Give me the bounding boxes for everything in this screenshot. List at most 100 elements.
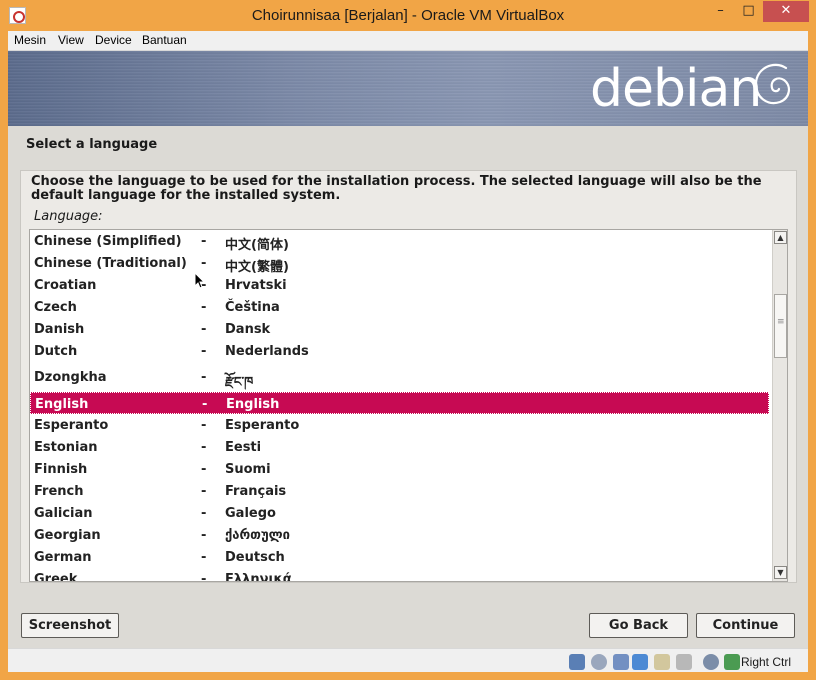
menu-mesin[interactable]: Mesin: [14, 33, 46, 47]
native-language-name: Suomi: [225, 462, 271, 477]
separator-dash: -: [201, 418, 207, 433]
native-language-name: Deutsch: [225, 550, 285, 565]
vm-display[interactable]: debian Select a language Choose the lang…: [8, 51, 808, 648]
continue-button[interactable]: Continue: [696, 613, 795, 638]
list-item[interactable]: Czech - Čeština: [30, 296, 769, 318]
separator-dash: -: [201, 484, 207, 499]
native-language-name: Ελληνικά: [225, 572, 292, 582]
separator-dash: -: [202, 397, 208, 412]
separator-dash: -: [201, 440, 207, 455]
mouse-cursor-icon: [194, 272, 206, 289]
list-item[interactable]: Dutch - Nederlands: [30, 340, 769, 362]
language-panel: Choose the language to be used for the i…: [20, 170, 797, 583]
language-label: Language:: [34, 209, 103, 224]
scroll-thumb[interactable]: [774, 294, 787, 358]
native-language-name: Nederlands: [225, 344, 309, 359]
mouse-integration-icon[interactable]: [724, 654, 740, 670]
separator-dash: -: [201, 300, 207, 315]
hard-disk-icon[interactable]: [569, 654, 585, 670]
network-icon[interactable]: [632, 654, 648, 670]
list-item[interactable]: Esperanto - Esperanto: [30, 414, 769, 436]
separator-dash: -: [201, 462, 207, 477]
language-name: Georgian: [34, 528, 101, 543]
shared-folder-icon[interactable]: [654, 654, 670, 670]
language-name: Estonian: [34, 440, 98, 455]
language-list[interactable]: Chinese (Simplified) - 中文(简体) Chinese (Trad…: [29, 229, 788, 582]
language-name: Greek: [34, 572, 78, 582]
scroll-up-button[interactable]: ▲: [774, 231, 787, 244]
separator-dash: -: [201, 322, 207, 337]
native-language-name: ქართული: [225, 528, 290, 543]
native-language-name: Eesti: [225, 440, 262, 455]
debian-banner: debian: [8, 51, 808, 126]
separator-dash: -: [201, 506, 207, 521]
maximize-icon: □: [742, 3, 755, 18]
host-key-label: Right Ctrl: [741, 655, 792, 669]
minimize-icon: –: [717, 3, 724, 18]
instructions-text: Choose the language to be used for the i…: [31, 174, 762, 203]
separator-dash: -: [201, 528, 207, 543]
menu-view[interactable]: View: [58, 33, 84, 47]
list-item[interactable]: Chinese (Simplified) - 中文(简体): [30, 230, 769, 253]
scroll-down-button[interactable]: ▼: [774, 566, 787, 579]
list-item[interactable]: Galician - Galego: [30, 502, 769, 524]
separator-dash: -: [201, 256, 207, 271]
language-name: Danish: [34, 322, 85, 337]
language-name: Chinese (Simplified): [34, 234, 182, 249]
separator-dash: -: [201, 370, 207, 385]
list-item[interactable]: Croatian - Hrvatski: [30, 274, 769, 296]
separator-dash: -: [201, 234, 207, 249]
list-item[interactable]: German - Deutsch: [30, 546, 769, 568]
video-capture-icon[interactable]: [703, 654, 719, 670]
native-language-name: Esperanto: [225, 418, 300, 433]
language-name: Dutch: [34, 344, 78, 359]
page-title: Select a language: [26, 137, 158, 152]
list-item[interactable]: Georgian - ქართული: [30, 524, 769, 546]
native-language-name: Čeština: [225, 300, 280, 315]
separator-dash: -: [201, 550, 207, 565]
language-name: Chinese (Traditional): [34, 256, 187, 271]
list-item[interactable]: Chinese (Traditional) - 中文(繁體): [30, 252, 769, 275]
display-icon[interactable]: [676, 654, 692, 670]
language-name: Czech: [34, 300, 77, 315]
language-name: Galician: [34, 506, 93, 521]
list-item[interactable]: Dzongkha - རྫོང་ཁ: [30, 362, 769, 392]
status-bar: Right Ctrl: [8, 648, 808, 672]
screenshot-button[interactable]: Screenshot: [21, 613, 119, 638]
window-frame: Choirunnisaa [Berjalan] - Oracle VM Virt…: [0, 0, 816, 680]
language-name: French: [34, 484, 84, 499]
native-language-name: Français: [225, 484, 287, 499]
close-icon: ✕: [780, 3, 792, 18]
optical-drive-icon[interactable]: [591, 654, 607, 670]
minimize-button[interactable]: –: [707, 1, 734, 22]
debian-swirl-icon: [754, 63, 790, 105]
close-button[interactable]: ✕: [763, 1, 809, 22]
language-name: Finnish: [34, 462, 88, 477]
list-item[interactable]: Estonian - Eesti: [30, 436, 769, 458]
native-language-name: English: [226, 397, 280, 412]
language-name: Esperanto: [34, 418, 109, 433]
usb-icon[interactable]: [613, 654, 629, 670]
list-item-selected[interactable]: English - English: [30, 392, 769, 414]
menu-device[interactable]: Device: [95, 33, 132, 47]
maximize-button[interactable]: □: [735, 1, 762, 22]
language-name: English: [35, 397, 89, 412]
separator-dash: -: [201, 344, 207, 359]
vm-client-area: Mesin View Device Bantuan debian Select …: [8, 31, 808, 672]
list-item[interactable]: Danish - Dansk: [30, 318, 769, 340]
menu-bar: Mesin View Device Bantuan: [8, 31, 808, 51]
language-name: Dzongkha: [34, 370, 107, 385]
list-item[interactable]: Finnish - Suomi: [30, 458, 769, 480]
list-item[interactable]: French - Français: [30, 480, 769, 502]
language-name: German: [34, 550, 92, 565]
native-language-name: 中文(繁體): [225, 260, 289, 275]
title-bar[interactable]: Choirunnisaa [Berjalan] - Oracle VM Virt…: [0, 0, 816, 31]
go-back-button[interactable]: Go Back: [589, 613, 688, 638]
menu-bantuan[interactable]: Bantuan: [142, 33, 187, 47]
native-language-name: Hrvatski: [225, 278, 287, 293]
window-title: Choirunnisaa [Berjalan] - Oracle VM Virt…: [251, 7, 565, 24]
language-name: Croatian: [34, 278, 97, 293]
list-scrollbar[interactable]: ▲ ▼: [772, 230, 787, 581]
list-item[interactable]: Greek - Ελληνικά: [30, 568, 769, 582]
debian-logo-text: debian: [590, 59, 762, 119]
